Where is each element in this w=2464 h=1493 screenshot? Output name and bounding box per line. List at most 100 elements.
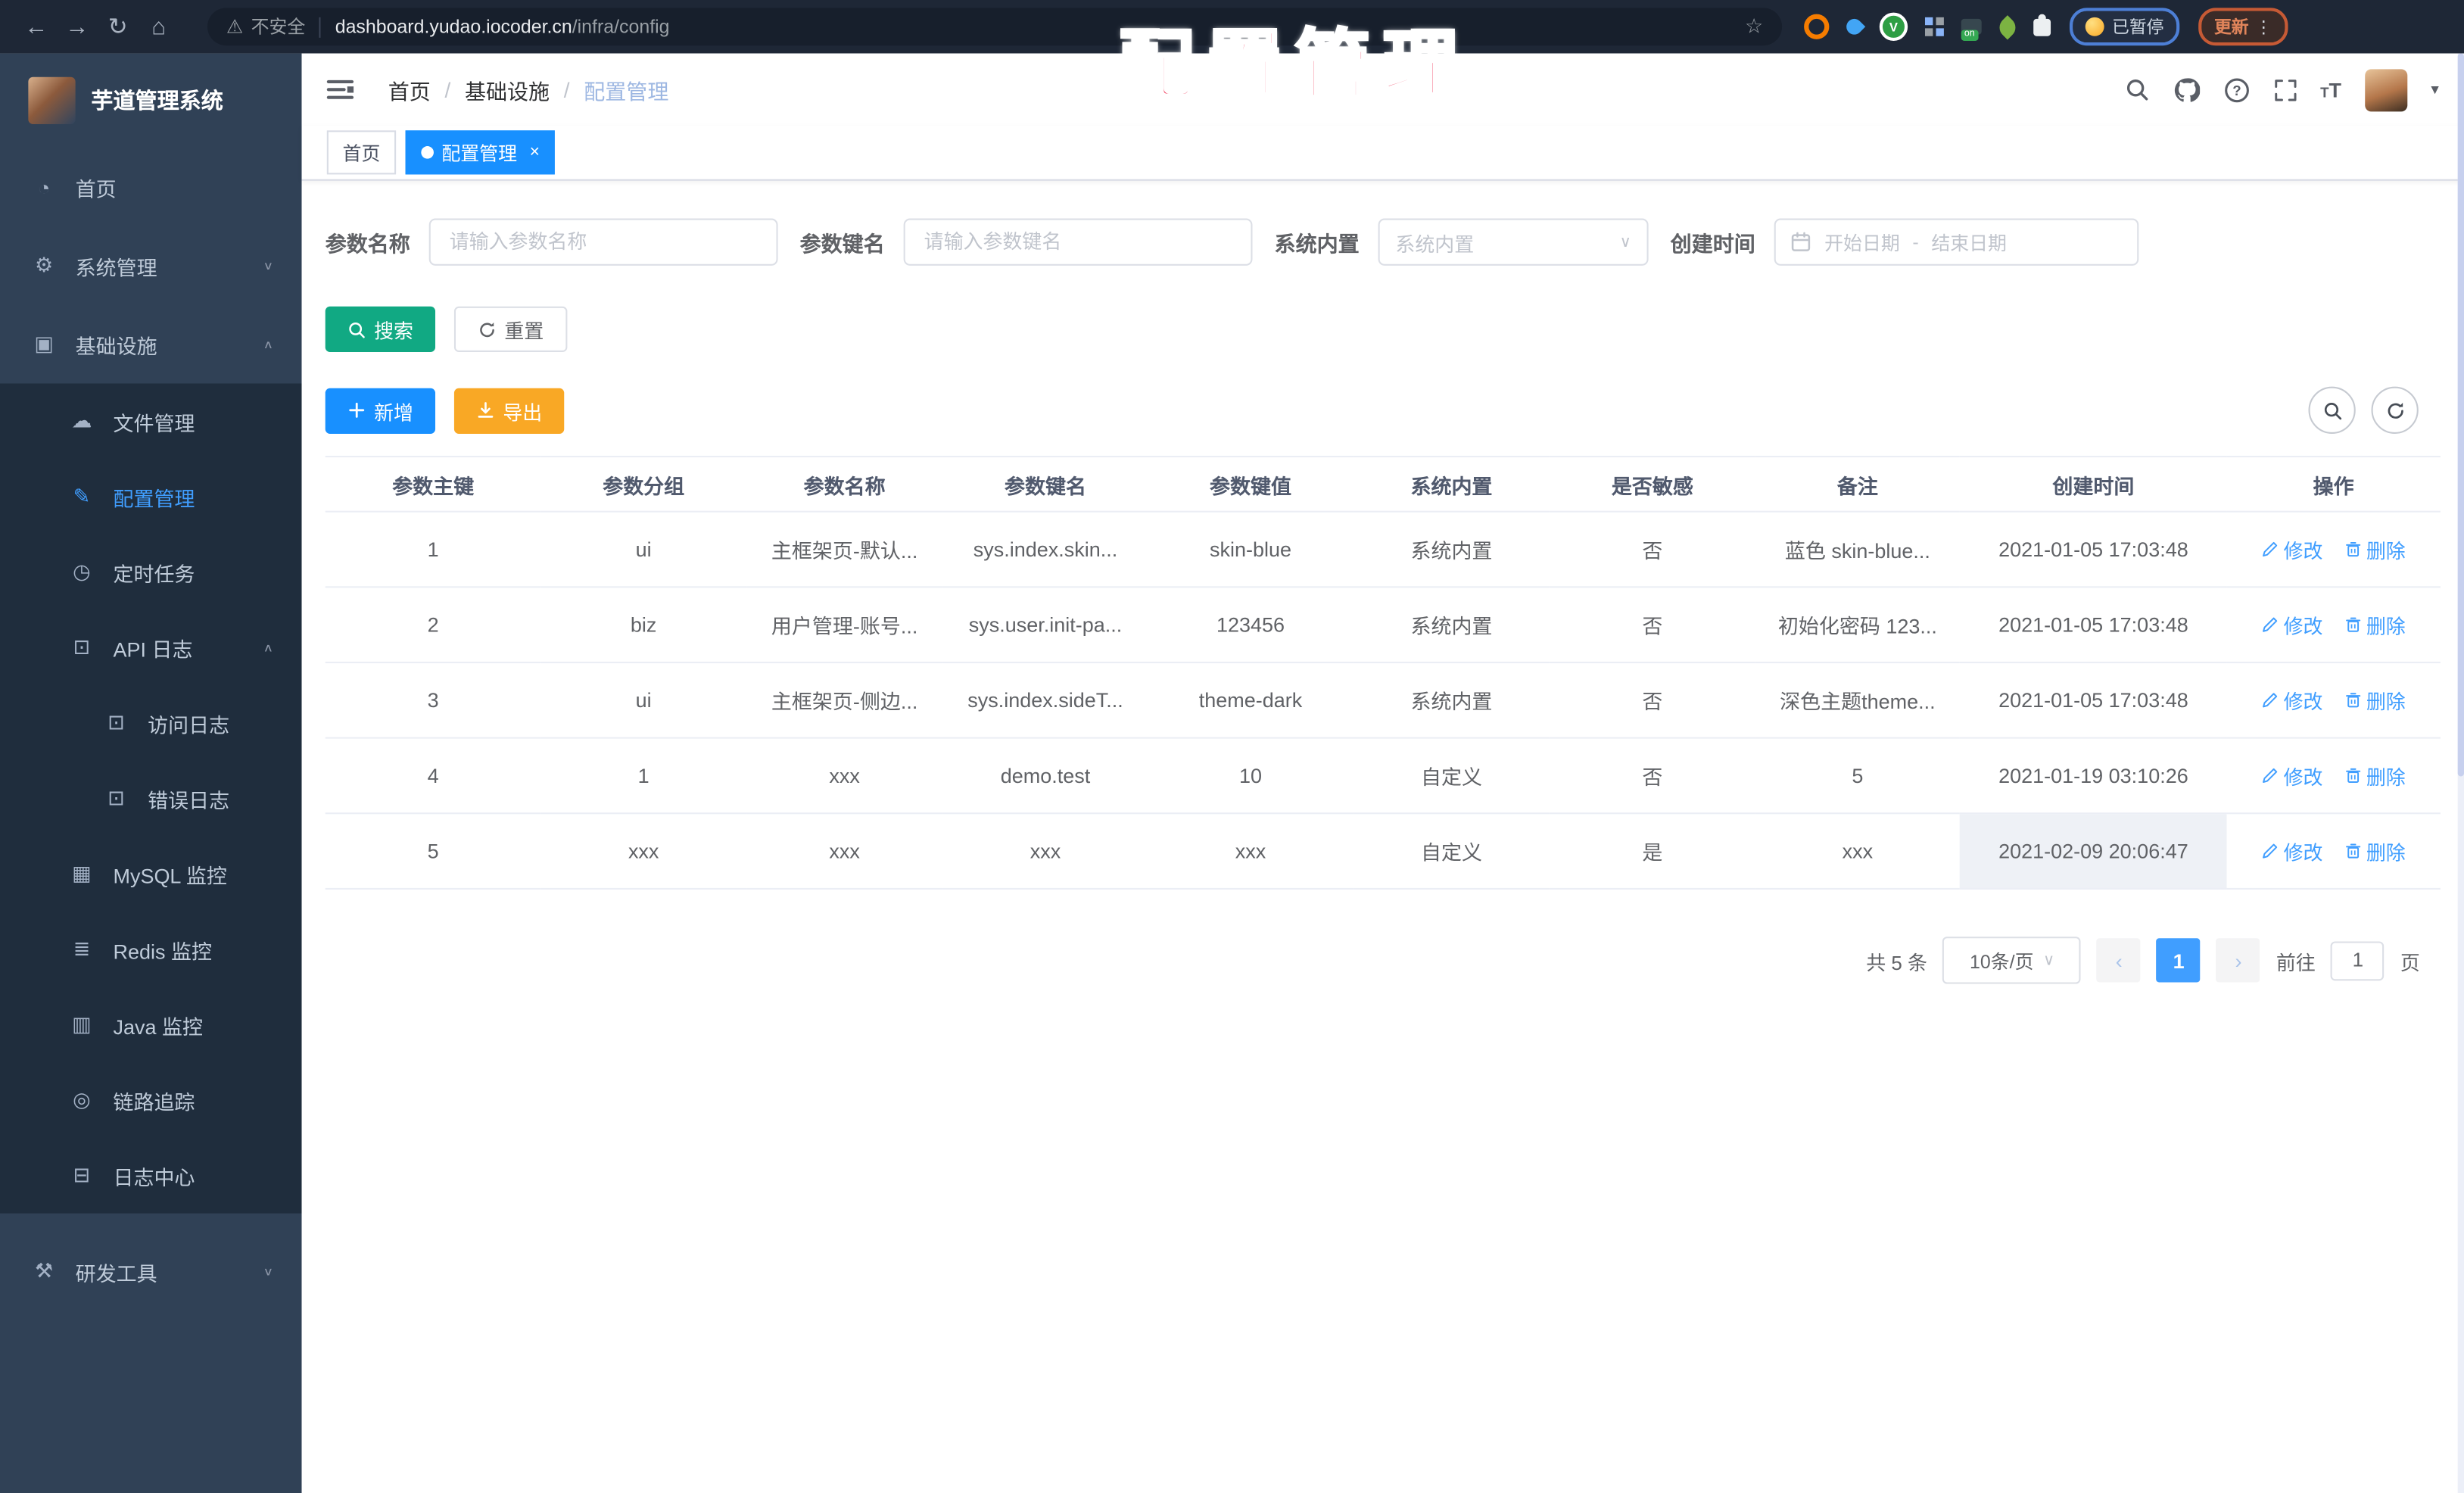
sidebar-item-home[interactable]: 首页	[0, 148, 302, 226]
add-button[interactable]: 新增	[325, 387, 436, 433]
toggle-search-button[interactable]	[2308, 386, 2356, 434]
tab-config-active[interactable]: 配置管理 ×	[405, 130, 556, 175]
browser-back-icon[interactable]: ←	[16, 6, 57, 47]
edit-action[interactable]: 修改	[2262, 836, 2323, 865]
delete-action[interactable]: 删除	[2344, 836, 2406, 865]
refresh-table-button[interactable]	[2371, 386, 2419, 434]
address-bar[interactable]: ⚠ 不安全 dashboard.yudao.iocoder.cn /infra/…	[207, 8, 1783, 46]
current-page-button[interactable]: 1	[2157, 938, 2201, 983]
breadcrumb-home[interactable]: 首页	[388, 74, 431, 106]
table-actions: 修改 删除	[2226, 737, 2441, 815]
trash-icon	[2344, 767, 2362, 784]
table-row[interactable]: 4 1 xxx demo.test 10 自定义 否 5 2021-01-19 …	[325, 737, 2441, 815]
param-key-label: 参数键名	[799, 232, 885, 257]
timer-icon	[69, 559, 94, 584]
table-cell: 10	[1148, 737, 1353, 815]
sidebar-item-label: 研发工具	[75, 1261, 157, 1286]
table-cell: 1	[325, 511, 541, 588]
search-icon[interactable]	[2124, 77, 2149, 102]
sidebar-item-system[interactable]: 系统管理 ∨	[0, 226, 302, 305]
extension-grid-icon[interactable]	[1924, 17, 1944, 36]
extension-pin-icon[interactable]	[1843, 15, 1866, 38]
sidebar-item-trace[interactable]: 链路追踪	[0, 1062, 302, 1138]
avatar-dropdown-caret-icon[interactable]: ▾	[2431, 81, 2438, 98]
delete-action[interactable]: 删除	[2344, 685, 2406, 715]
browser-home-icon[interactable]: ⌂	[139, 6, 179, 47]
help-icon[interactable]	[2223, 76, 2249, 103]
page-scrollbar[interactable]	[2457, 53, 2464, 1493]
chevron-down-icon: ∨	[2042, 951, 2055, 969]
extension-ring-icon[interactable]	[1804, 14, 1830, 39]
bookmark-star-icon[interactable]: ☆	[1745, 14, 1763, 39]
sidebar-logo[interactable]: 芋道管理系统	[0, 54, 302, 148]
delete-action[interactable]: 删除	[2344, 535, 2406, 564]
sidebar-item-access-log[interactable]: 访问日志	[0, 685, 302, 761]
param-name-input[interactable]	[428, 218, 778, 266]
date-range-picker[interactable]: 开始日期 - 结束日期	[1774, 218, 2139, 266]
prev-page-button[interactable]: ‹	[2097, 938, 2142, 983]
close-icon[interactable]: ×	[530, 143, 540, 162]
browser-update-button[interactable]: 更新 ⋮	[2198, 8, 2288, 46]
sidebar-item-job[interactable]: 定时任务	[0, 535, 302, 610]
fullscreen-icon[interactable]	[2273, 78, 2297, 101]
table-cell: 主框架页-侧边...	[746, 662, 943, 739]
search-button[interactable]: 搜索	[325, 306, 436, 353]
delete-action[interactable]: 删除	[2344, 609, 2406, 639]
delete-action[interactable]: 删除	[2344, 761, 2406, 790]
extension-on-badge-icon[interactable]: on	[1961, 18, 1982, 41]
export-button[interactable]: 导出	[453, 387, 565, 433]
sidebar-item-label: 首页	[75, 176, 117, 201]
edit-action[interactable]: 修改	[2262, 685, 2323, 715]
sidebar-collapse-icon[interactable]	[326, 79, 354, 100]
table-cell: sys.index.sideT...	[942, 662, 1148, 739]
table-cell: 2021-01-05 17:03:48	[1960, 587, 2227, 664]
table-cell: xxx	[540, 813, 746, 890]
sidebar-item-redis[interactable]: Redis 监控	[0, 912, 302, 987]
page-watermark: 配置管理	[1117, 23, 1472, 110]
sidebar-item-error-log[interactable]: 错误日志	[0, 761, 302, 837]
table-row[interactable]: 3 ui 主框架页-侧边... sys.index.sideT... theme…	[325, 662, 2441, 739]
sidebar-item-java[interactable]: Java 监控	[0, 987, 302, 1063]
extension-v-icon[interactable]: V	[1879, 12, 1908, 41]
edit-icon	[2262, 843, 2279, 860]
table-row[interactable]: 5 xxx xxx xxx xxx 自定义 是 xxx 2021-02-09 2…	[325, 813, 2441, 890]
paused-button[interactable]: 已暂停	[2069, 8, 2180, 46]
font-size-icon[interactable]: TT	[2320, 78, 2341, 101]
sidebar-item-log-center[interactable]: 日志中心	[0, 1138, 302, 1214]
table-row[interactable]: 2 biz 用户管理-账号... sys.user.init-pa... 123…	[325, 587, 2441, 664]
goto-label: 前往	[2276, 951, 2316, 974]
reset-button[interactable]: 重置	[453, 306, 568, 353]
not-secure-label: 不安全	[251, 18, 306, 38]
scrollbar-thumb[interactable]	[2457, 53, 2464, 777]
github-icon[interactable]	[2173, 76, 2199, 103]
next-page-button[interactable]: ›	[2216, 938, 2261, 983]
column-header: 参数键名	[942, 456, 1148, 513]
extensions-puzzle-icon[interactable]	[2033, 13, 2051, 36]
breadcrumb-infra[interactable]: 基础设施	[465, 74, 550, 106]
edit-icon	[69, 484, 94, 509]
edit-action[interactable]: 修改	[2262, 609, 2323, 639]
extension-leaf-icon[interactable]	[1995, 14, 2020, 39]
param-key-input[interactable]	[903, 218, 1253, 266]
sidebar-item-mysql[interactable]: MySQL 监控	[0, 836, 302, 912]
edit-action[interactable]: 修改	[2262, 761, 2323, 790]
goto-page-input[interactable]	[2331, 940, 2385, 980]
builtin-select[interactable]: 系统内置 ∨	[1378, 218, 1649, 266]
sidebar-item-infra[interactable]: 基础设施 ∧	[0, 305, 302, 384]
edit-action[interactable]: 修改	[2262, 535, 2323, 564]
sidebar-item-devtools[interactable]: 研发工具 ∨	[0, 1233, 302, 1311]
browser-menu-icon[interactable]: ⋮	[2255, 17, 2272, 37]
sidebar-item-file[interactable]: 文件管理	[0, 384, 302, 460]
browser-forward-icon[interactable]: →	[57, 6, 98, 47]
log-icon	[69, 635, 94, 660]
sidebar-item-config[interactable]: 配置管理	[0, 459, 302, 535]
extension-icons: V on	[1804, 12, 2051, 41]
sidebar-item-api-log[interactable]: API 日志 ∧	[0, 609, 302, 685]
browser-reload-icon[interactable]: ↻	[98, 6, 139, 47]
page-size-select[interactable]: 10条/页 ∨	[1942, 937, 2082, 984]
table-row[interactable]: 1 ui 主框架页-默认... sys.index.skin... skin-b…	[325, 511, 2441, 588]
table-cell: theme-dark	[1148, 662, 1353, 739]
avatar[interactable]	[2365, 68, 2408, 111]
tab-home[interactable]: 首页	[326, 130, 397, 175]
table-cell: ui	[540, 662, 746, 739]
